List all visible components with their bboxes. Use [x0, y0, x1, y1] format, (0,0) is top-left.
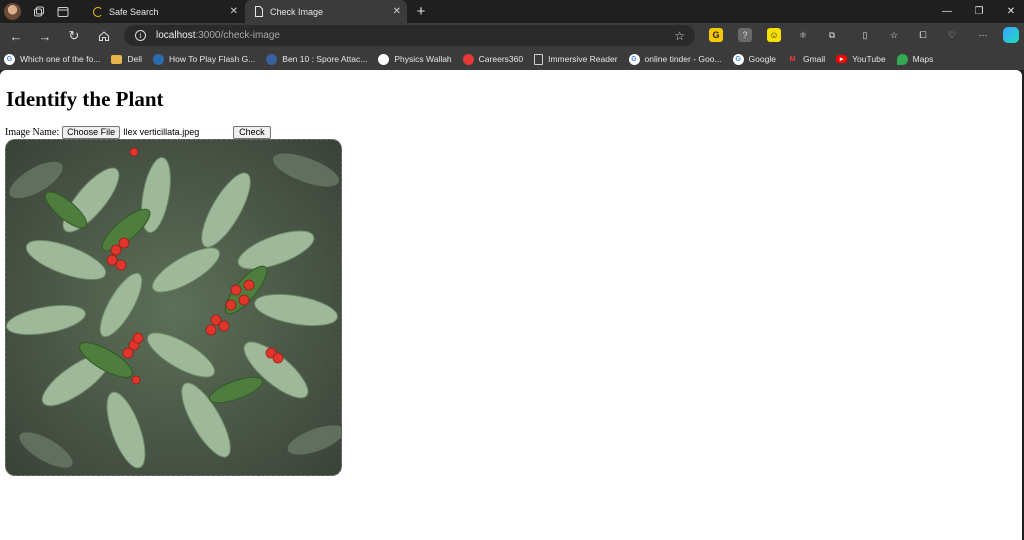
maps-icon: [896, 53, 908, 65]
minimize-icon[interactable]: —: [932, 0, 962, 23]
tab-title: Check Image: [270, 6, 324, 17]
plant-image: [5, 139, 342, 476]
vertical-tabs-icon[interactable]: [51, 0, 75, 23]
collections-icon[interactable]: ⧠: [916, 28, 930, 42]
youtube-icon: ▸: [836, 55, 848, 63]
check-button[interactable]: Check: [233, 125, 271, 139]
extension-icon[interactable]: G: [709, 28, 723, 42]
react-devtools-icon[interactable]: ⚛: [796, 28, 810, 42]
close-window-icon[interactable]: ✕: [996, 0, 1024, 23]
extensions-puzzle-icon[interactable]: ⧉: [825, 28, 839, 42]
page-title: Identify the Plant: [6, 87, 164, 111]
bookmark-item[interactable]: M Gmail: [787, 54, 826, 65]
refresh-icon[interactable]: ↻: [64, 26, 84, 46]
bookmark-label: Ben 10 : Spore Attac...: [282, 54, 368, 64]
selected-file-name: Ilex verticillata.jpeg: [123, 127, 200, 137]
settings-more-icon[interactable]: ⋯: [976, 28, 990, 42]
google-icon: G: [732, 53, 744, 65]
page-icon: [253, 6, 264, 17]
browser-essentials-icon[interactable]: ♡: [945, 28, 959, 42]
site-icon: [152, 53, 164, 65]
folder-icon: [111, 54, 123, 64]
copilot-icon[interactable]: [1003, 27, 1019, 43]
careers360-icon: [462, 53, 474, 65]
address-bar[interactable]: i localhost:3000/check-image ☆: [124, 25, 695, 46]
bookmark-label: Google: [748, 54, 776, 64]
tab-check-image[interactable]: Check Image ✕: [245, 0, 407, 23]
extension-icon[interactable]: ☺: [767, 28, 781, 42]
bookmark-item[interactable]: Dell: [111, 54, 142, 64]
close-tab-icon[interactable]: ✕: [230, 6, 238, 17]
bookmark-item[interactable]: Immersive Reader: [534, 53, 618, 65]
page-icon: [534, 53, 544, 65]
new-tab-icon[interactable]: +: [412, 0, 430, 23]
home-icon[interactable]: [94, 26, 114, 46]
viewport: Identify the Plant Image Name: Choose Fi…: [0, 70, 1024, 540]
bookmark-item[interactable]: Maps: [896, 53, 934, 65]
bookmark-item[interactable]: G Which one of the fo...: [4, 53, 101, 65]
bookmark-label: YouTube: [852, 54, 886, 64]
split-screen-icon[interactable]: ▯: [858, 28, 872, 42]
back-icon[interactable]: ←: [6, 26, 26, 46]
bookmark-label: Dell: [127, 54, 142, 64]
bookmark-label: Gmail: [802, 54, 826, 64]
pw-icon: [378, 53, 390, 65]
bookmark-label: Maps: [912, 54, 934, 64]
google-icon: G: [4, 53, 15, 65]
loading-spinner-icon: [92, 6, 103, 17]
restore-icon[interactable]: ❐: [964, 0, 994, 23]
bookmark-label: Physics Wallah: [394, 54, 452, 64]
bookmark-label: How To Play Flash G...: [168, 54, 256, 64]
bookmark-label: Immersive Reader: [548, 54, 618, 64]
bookmark-item[interactable]: ▸ YouTube: [836, 54, 886, 64]
bookmark-item[interactable]: Physics Wallah: [378, 53, 452, 65]
bookmark-label: Careers360: [478, 54, 524, 64]
close-tab-icon[interactable]: ✕: [393, 6, 401, 17]
bookmark-item[interactable]: How To Play Flash G...: [152, 53, 256, 65]
favorite-star-icon[interactable]: ☆: [674, 29, 685, 43]
bookmark-label: online tinder - Goo...: [644, 54, 722, 64]
forward-icon[interactable]: →: [35, 26, 55, 46]
profile-avatar[interactable]: [4, 3, 21, 20]
bookmark-item[interactable]: Gonline tinder - Goo...: [628, 53, 722, 65]
tab-safe-search[interactable]: Safe Search ✕: [84, 0, 244, 23]
address-path: :3000/check-image: [195, 30, 280, 41]
address-host: localhost: [156, 30, 196, 41]
workspaces-icon[interactable]: [27, 0, 51, 23]
gmail-icon: M: [789, 55, 796, 63]
choose-file-button[interactable]: Choose File: [62, 125, 121, 139]
google-icon: G: [628, 53, 640, 65]
image-form: Image Name: Choose File Ilex verticillat…: [5, 125, 271, 139]
bookmark-item[interactable]: Ben 10 : Spore Attac...: [266, 53, 368, 65]
site-info-icon[interactable]: i: [135, 30, 146, 41]
favorites-icon[interactable]: ☆: [887, 28, 901, 42]
bookmark-item[interactable]: Careers360: [462, 53, 524, 65]
page: Identify the Plant Image Name: Choose Fi…: [0, 70, 1022, 540]
image-name-label: Image Name:: [5, 126, 60, 138]
help-extension-icon[interactable]: ?: [738, 28, 752, 42]
site-icon: [266, 53, 278, 65]
bookmarks-bar: G Which one of the fo... Dell How To Play F…: [0, 48, 1024, 70]
bookmark-label: Which one of the fo...: [20, 54, 101, 64]
bookmark-item[interactable]: G Google: [732, 53, 776, 65]
toolbar: ← → ↻ i localhost:3000/check-image ☆ G ?…: [0, 23, 1024, 48]
tab-title: Safe Search: [109, 6, 159, 17]
